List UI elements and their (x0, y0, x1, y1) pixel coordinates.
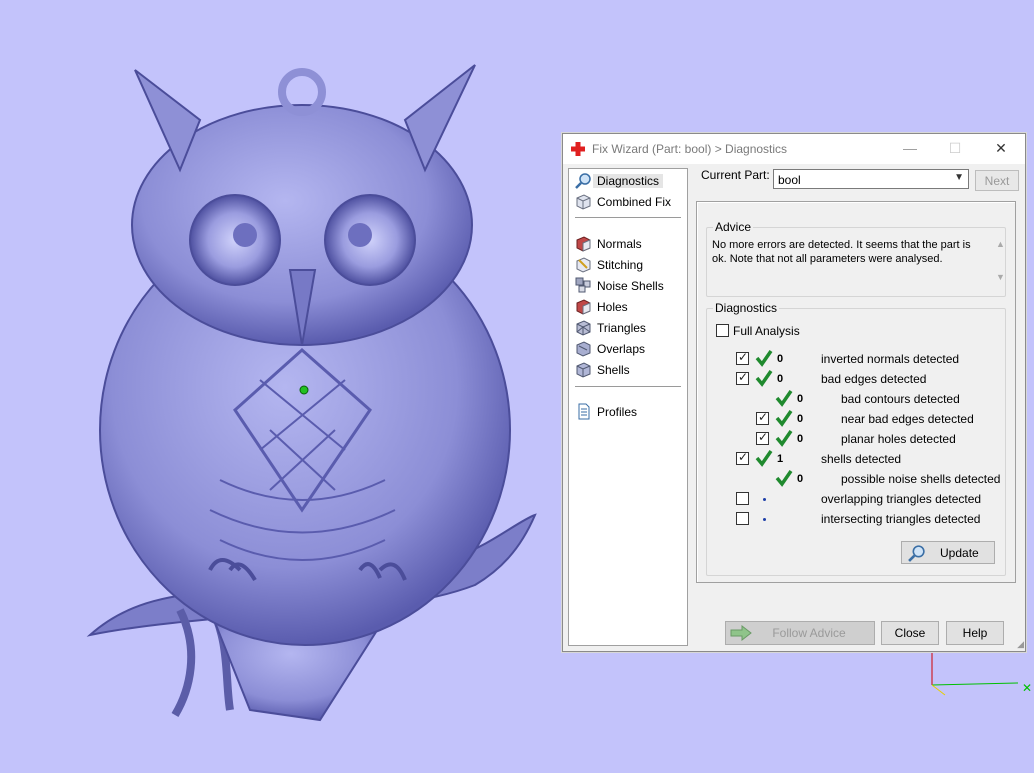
magnifier-icon (908, 545, 925, 562)
nav-item-diagnostics[interactable]: Diagnostics (573, 171, 683, 191)
holes-cube-icon (576, 299, 591, 315)
diagnostics-title: Diagnostics (713, 301, 780, 315)
current-part-value: bool (778, 173, 801, 187)
nav-item-combined-fix[interactable]: Combined Fix (573, 192, 683, 212)
green-check-icon (755, 370, 773, 387)
chevron-down-icon: ▼ (954, 172, 964, 183)
nav-item-profiles[interactable]: Profiles (573, 402, 683, 422)
row-label: near bad edges detected (841, 412, 974, 426)
next-button[interactable]: Next (975, 170, 1019, 191)
row-count: 0 (797, 413, 804, 425)
row-count: 0 (797, 393, 804, 405)
advice-scrollbar[interactable]: ▲ ▼ (994, 238, 1008, 288)
row-count: 0 (797, 433, 804, 445)
fix-nav-panel: Diagnostics Combined Fix Normals Stitchi… (568, 168, 688, 646)
green-check-icon (755, 450, 773, 467)
maximize-button[interactable]: ☐ (935, 134, 975, 164)
nav-item-overlaps[interactable]: Overlaps (573, 339, 683, 359)
full-analysis-checkbox[interactable] (716, 324, 729, 337)
nav-item-normals[interactable]: Normals (573, 234, 683, 254)
row-checkbox[interactable] (736, 350, 749, 365)
nav-item-noise-shells[interactable]: Noise Shells (573, 276, 683, 296)
red-cross-icon (571, 142, 585, 156)
title-bar[interactable]: Fix Wizard (Part: bool) > Diagnostics — … (563, 134, 1025, 164)
row-checkbox[interactable] (736, 370, 749, 385)
row-label: planar holes detected (841, 432, 956, 446)
green-check-icon (775, 410, 793, 427)
nav-separator (575, 217, 681, 218)
triangles-cube-icon (576, 320, 591, 336)
arrow-right-icon (730, 625, 752, 641)
pending-dot-icon (763, 518, 766, 521)
advice-text: No more errors are detected. It seems th… (712, 239, 971, 265)
advice-title: Advice (713, 220, 754, 234)
resize-grip-icon[interactable]: ◢ (1017, 639, 1024, 650)
nav-item-shells[interactable]: Shells (573, 360, 683, 380)
overlaps-icon (576, 341, 591, 357)
chevron-down-icon[interactable]: ▼ (996, 272, 1005, 282)
row-checkbox[interactable] (756, 410, 769, 425)
noise-shells-icon (575, 277, 591, 293)
nav-item-holes[interactable]: Holes (573, 297, 683, 317)
row-label: possible noise shells detected (841, 472, 1001, 486)
advice-box: No more errors are detected. It seems th… (712, 238, 1005, 288)
advice-group: Advice No more errors are detected. It s… (706, 220, 1006, 297)
current-part-select[interactable]: bool ▼ (773, 169, 969, 189)
row-checkbox[interactable] (736, 450, 749, 465)
row-label: bad contours detected (841, 392, 960, 406)
owl-model[interactable] (80, 50, 550, 730)
row-label: intersecting triangles detected (821, 512, 981, 526)
nav-separator (575, 386, 681, 387)
row-count: 0 (777, 373, 784, 385)
row-count: 0 (777, 353, 784, 365)
full-analysis-label: Full Analysis (733, 324, 800, 338)
row-checkbox[interactable] (756, 430, 769, 445)
green-check-icon (775, 390, 793, 407)
green-check-icon (775, 430, 793, 447)
current-part-label: Current Part: (701, 168, 770, 182)
chevron-up-icon[interactable]: ▲ (996, 239, 1005, 249)
update-button[interactable]: Update (901, 541, 995, 564)
row-count: 1 (777, 453, 784, 465)
cube-icon (576, 194, 591, 210)
green-check-icon (755, 350, 773, 367)
nav-item-stitching[interactable]: Stitching (573, 255, 683, 275)
green-check-icon (775, 470, 793, 487)
window-title: Fix Wizard (Part: bool) > Diagnostics (592, 142, 788, 156)
svg-text:✕: ✕ (1022, 681, 1032, 695)
document-icon (578, 403, 590, 420)
row-label: overlapping triangles detected (821, 492, 982, 506)
stitching-cube-icon (576, 257, 591, 273)
normals-cube-icon (576, 236, 591, 252)
minimize-button[interactable]: — (890, 134, 930, 164)
row-label: inverted normals detected (821, 352, 960, 366)
help-button[interactable]: Help (946, 621, 1004, 645)
magnifier-icon (575, 173, 591, 189)
diagnostics-panel: Advice No more errors are detected. It s… (696, 201, 1016, 583)
nav-item-triangles[interactable]: Triangles (573, 318, 683, 338)
row-checkbox[interactable] (736, 492, 749, 505)
row-count: 0 (797, 473, 804, 485)
row-checkbox[interactable] (736, 512, 749, 525)
close-window-button[interactable]: ✕ (981, 134, 1021, 164)
close-button[interactable]: Close (881, 621, 939, 645)
diagnostics-group: Diagnostics Full Analysis 0 inverted nor… (706, 301, 1006, 576)
shells-icon (576, 362, 591, 378)
row-label: bad edges detected (821, 372, 927, 386)
follow-advice-button[interactable]: Follow Advice (725, 621, 875, 645)
fix-wizard-window: Fix Wizard (Part: bool) > Diagnostics — … (562, 133, 1026, 652)
pending-dot-icon (763, 498, 766, 501)
row-label: shells detected (821, 452, 902, 466)
